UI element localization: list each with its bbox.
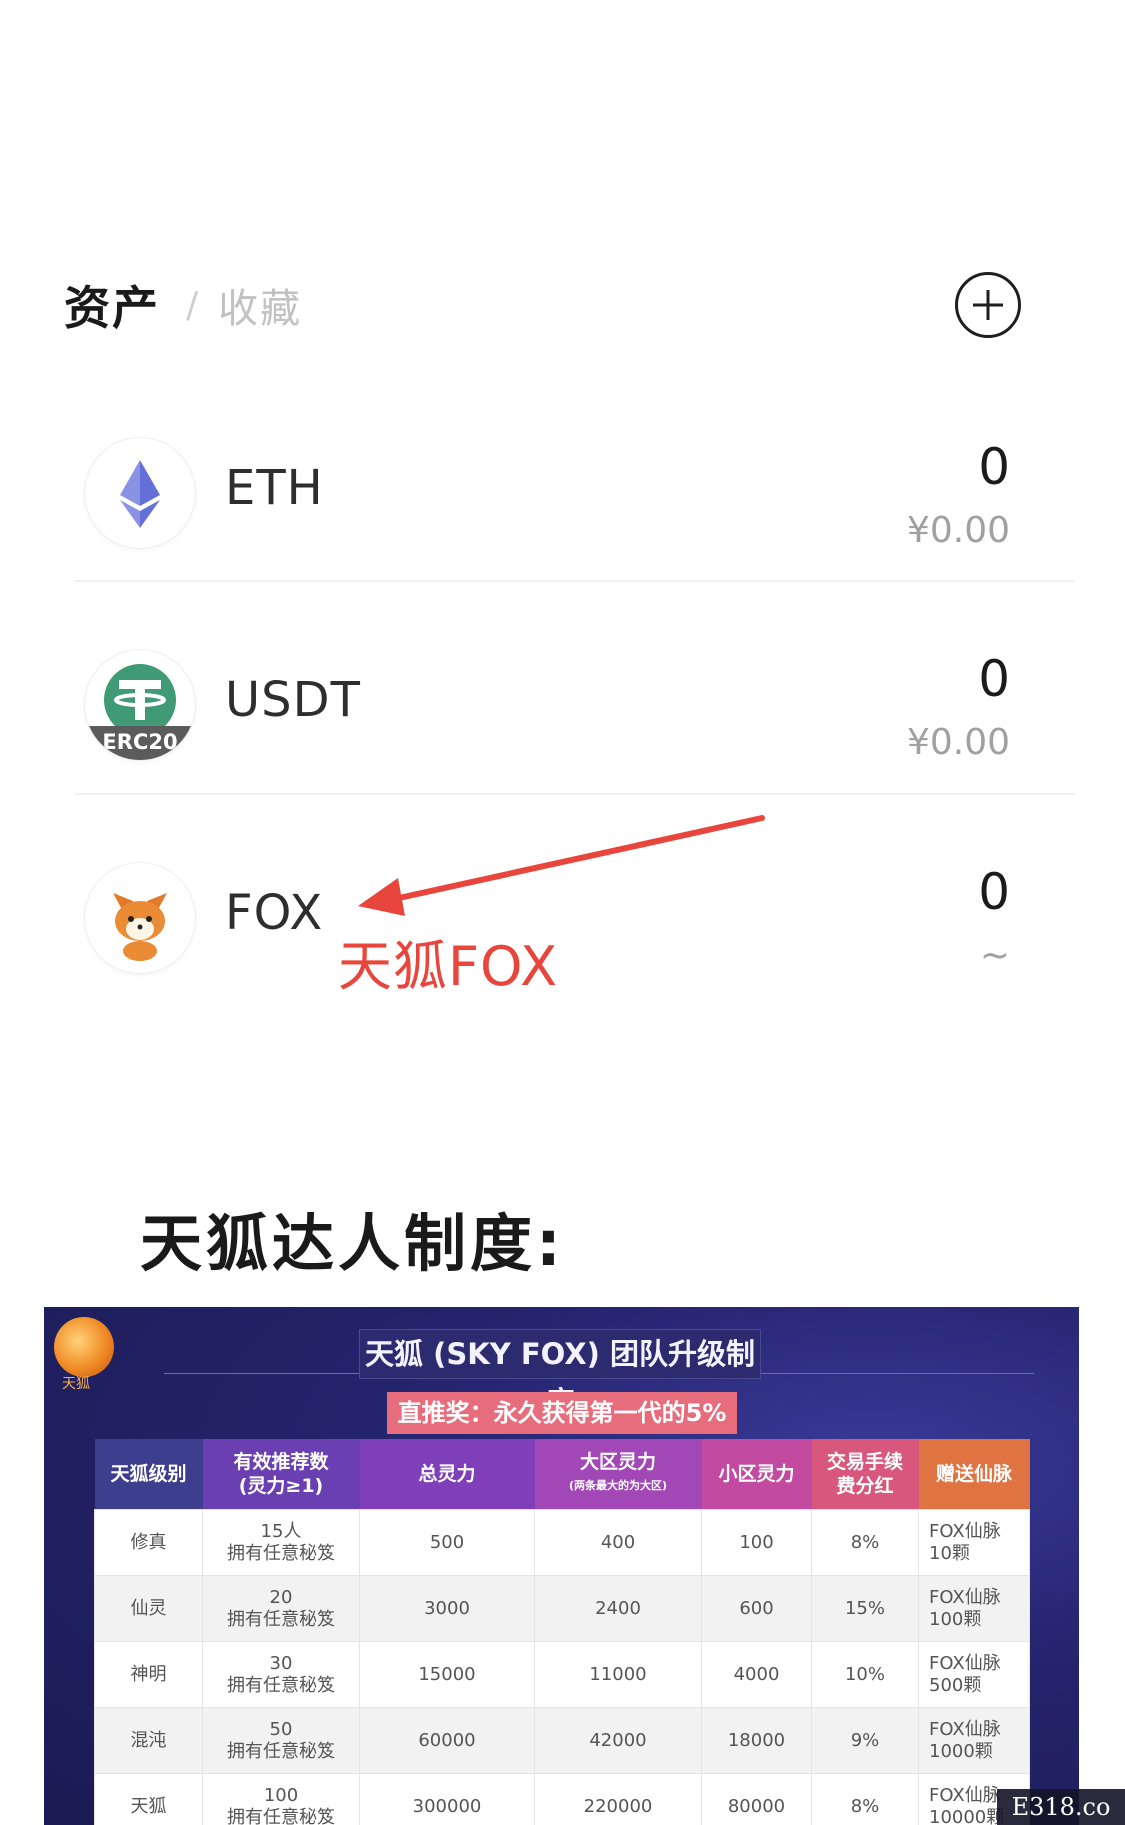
cell-small-zone: 4000 <box>701 1641 812 1708</box>
cell-big-zone: 400 <box>534 1509 702 1576</box>
promo-banner: 天狐 天狐 (SKY FOX) 团队升级制度 直推奖：永久获得第一代的5% 天狐… <box>44 1307 1079 1825</box>
table-row: 仙灵 20 拥有任意秘笈 3000 2400 600 15% FOX仙脉 100颗 <box>94 1575 1030 1642</box>
cell-referrals: 100 拥有任意秘笈 <box>202 1773 360 1825</box>
table-header-row: 天狐级别 有效推荐数 (灵力≥1) 总灵力 大区灵力 (两条最大的为大区) 小区灵力… <box>94 1439 1030 1510</box>
cell-referrals: 30 拥有任意秘笈 <box>202 1641 360 1708</box>
cell-big-zone: 11000 <box>534 1641 702 1708</box>
cell-level: 天狐 <box>94 1773 203 1825</box>
sky-fox-logo-icon <box>54 1317 114 1377</box>
cell-fee: 9% <box>811 1707 919 1774</box>
cell-level: 混沌 <box>94 1707 203 1774</box>
header-referrals: 有效推荐数 (灵力≥1) <box>202 1439 360 1510</box>
table-row: 混沌 50 拥有任意秘笈 60000 42000 18000 9% FOX仙脉 10… <box>94 1707 1030 1774</box>
header-fee-dividend: 交易手续 费分红 <box>811 1439 919 1510</box>
header-small-zone: 小区灵力 <box>701 1439 812 1510</box>
cell-big-zone: 2400 <box>534 1575 702 1642</box>
logo-text: 天狐 <box>62 1376 90 1392</box>
header-gift: 赠送仙脉 <box>918 1439 1030 1510</box>
table-row: 神明 30 拥有任意秘笈 15000 11000 4000 10% FOX仙脉 50… <box>94 1641 1030 1708</box>
cell-big-zone: 42000 <box>534 1707 702 1774</box>
cell-gift: FOX仙脉 10颗 <box>918 1509 1030 1576</box>
cell-gift: FOX仙脉 500颗 <box>918 1641 1030 1708</box>
cell-fee: 8% <box>811 1509 919 1576</box>
cell-big-zone: 220000 <box>534 1773 702 1825</box>
cell-referrals: 20 拥有任意秘笈 <box>202 1575 360 1642</box>
cell-gift: FOX仙脉 1000颗 <box>918 1707 1030 1774</box>
header-total-power: 总灵力 <box>359 1439 535 1510</box>
cell-referrals: 15人 拥有任意秘笈 <box>202 1509 360 1576</box>
cell-fee: 8% <box>811 1773 919 1825</box>
cell-small-zone: 18000 <box>701 1707 812 1774</box>
table-row: 修真 15人 拥有任意秘笈 500 400 100 8% FOX仙脉 10颗 <box>94 1509 1030 1576</box>
cell-small-zone: 80000 <box>701 1773 812 1825</box>
banner-title: 天狐 (SKY FOX) 团队升级制度 <box>359 1329 761 1419</box>
cell-fee: 10% <box>811 1641 919 1708</box>
cell-fee: 15% <box>811 1575 919 1642</box>
cell-level: 神明 <box>94 1641 203 1708</box>
cell-total: 3000 <box>359 1575 535 1642</box>
cell-total: 60000 <box>359 1707 535 1774</box>
cell-gift: FOX仙脉 100颗 <box>918 1575 1030 1642</box>
cell-small-zone: 100 <box>701 1509 812 1576</box>
annotation-text: 天狐FOX <box>338 935 559 998</box>
watermark: E318.co <box>997 1789 1125 1825</box>
cell-referrals: 50 拥有任意秘笈 <box>202 1707 360 1774</box>
page-headline: 天狐达人制度: <box>140 1207 565 1280</box>
banner-subtitle: 直推奖：永久获得第一代的5% <box>387 1392 737 1434</box>
cell-small-zone: 600 <box>701 1575 812 1642</box>
cell-level: 修真 <box>94 1509 203 1576</box>
upgrade-table: 天狐级别 有效推荐数 (灵力≥1) 总灵力 大区灵力 (两条最大的为大区) 小区灵力… <box>94 1439 1030 1825</box>
cell-total: 300000 <box>359 1773 535 1825</box>
header-level: 天狐级别 <box>94 1439 203 1510</box>
table-row: 天狐 100 拥有任意秘笈 300000 220000 80000 8% FOX仙… <box>94 1773 1030 1825</box>
cell-level: 仙灵 <box>94 1575 203 1642</box>
header-big-zone: 大区灵力 (两条最大的为大区) <box>534 1439 702 1510</box>
cell-total: 15000 <box>359 1641 535 1708</box>
cell-total: 500 <box>359 1509 535 1576</box>
